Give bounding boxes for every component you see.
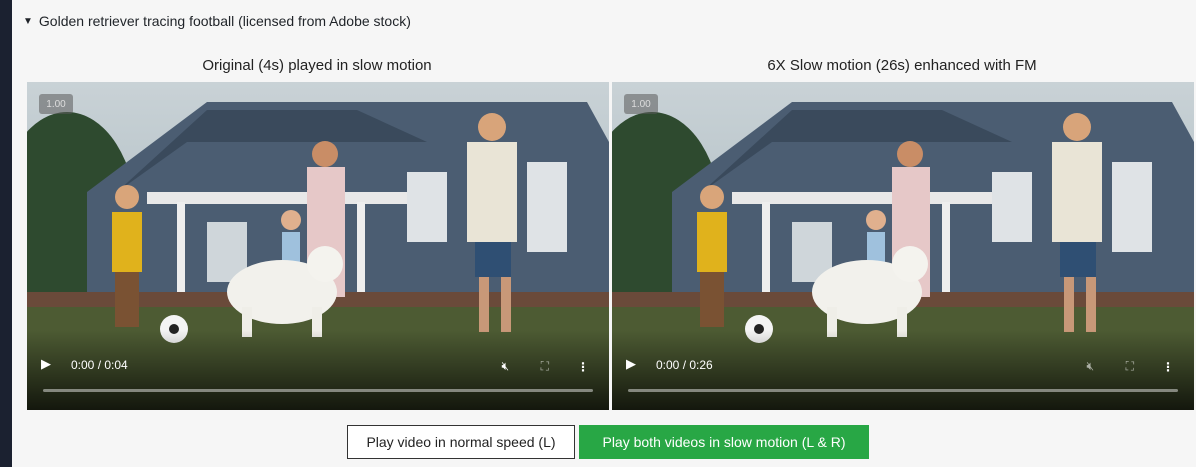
video-right[interactable]: 1.00 ▶ 0:00 / 0:26 🔇︎ ⛶ ⋮ xyxy=(612,82,1194,410)
details-summary[interactable]: ▼ Golden retriever tracing football (lic… xyxy=(23,12,411,30)
video-controls: ▶ 0:00 / 0:04 🔇︎ ⛶ ⋮ xyxy=(27,330,609,410)
video-left-title: Original (4s) played in slow motion xyxy=(202,57,432,74)
video-left[interactable]: 1.00 ▶ 0:00 / 0:04 🔇︎ ⛶ ⋮ xyxy=(27,82,609,410)
playback-rate-badge: 1.00 xyxy=(624,94,658,114)
fullscreen-icon[interactable]: ⛶ xyxy=(1126,359,1134,374)
play-icon[interactable]: ▶ xyxy=(41,356,51,372)
video-time: 0:00 / 0:04 xyxy=(71,358,128,372)
details-summary-label: Golden retriever tracing football (licen… xyxy=(38,13,411,29)
triangle-down-icon: ▼ xyxy=(23,15,33,27)
playback-rate-badge: 1.00 xyxy=(39,94,73,114)
volume-muted-icon[interactable]: 🔇︎ xyxy=(1086,359,1094,374)
play-icon[interactable]: ▶ xyxy=(626,356,636,372)
fullscreen-icon[interactable]: ⛶ xyxy=(541,359,549,374)
more-vertical-icon[interactable]: ⋮ xyxy=(1162,360,1174,374)
progress-bar[interactable] xyxy=(628,389,1178,392)
comparison-panel: ▼ Golden retriever tracing football (lic… xyxy=(12,0,1196,467)
video-time: 0:00 / 0:26 xyxy=(656,358,713,372)
volume-muted-icon[interactable]: 🔇︎ xyxy=(501,359,509,374)
progress-bar[interactable] xyxy=(43,389,593,392)
video-controls: ▶ 0:00 / 0:26 🔇︎ ⛶ ⋮ xyxy=(612,330,1194,410)
play-slow-motion-button[interactable]: Play both videos in slow motion (L & R) xyxy=(579,425,869,459)
video-right-title: 6X Slow motion (26s) enhanced with FM xyxy=(767,57,1037,74)
play-normal-speed-button[interactable]: Play video in normal speed (L) xyxy=(347,425,575,459)
more-vertical-icon[interactable]: ⋮ xyxy=(577,360,589,374)
